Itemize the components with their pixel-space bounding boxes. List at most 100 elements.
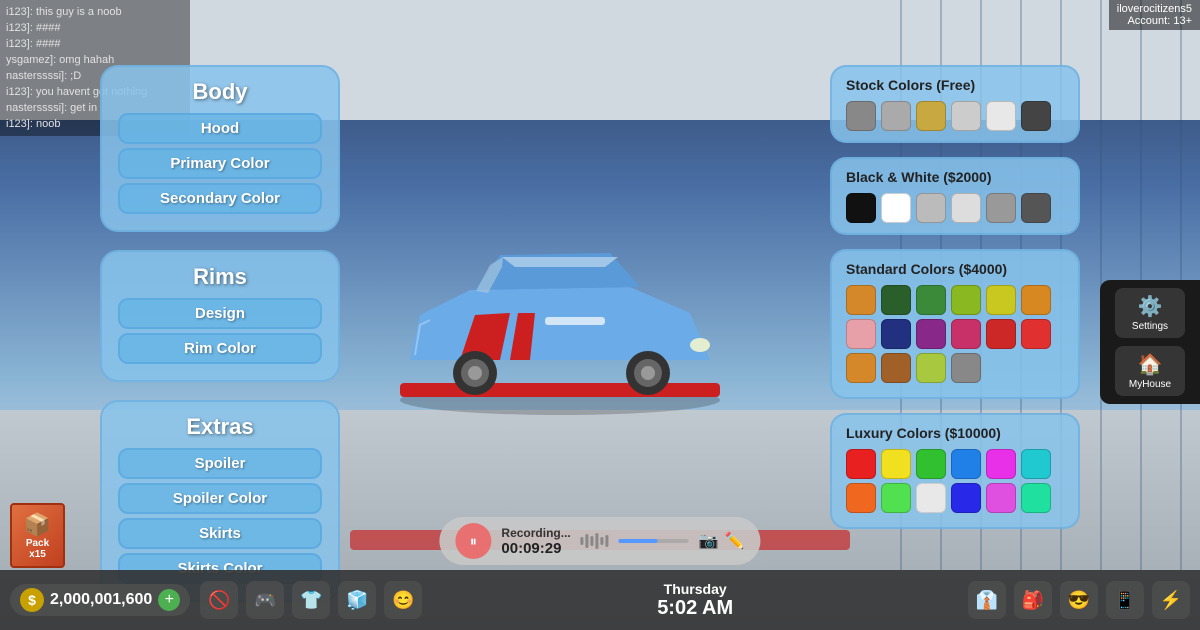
color-swatch[interactable]	[951, 193, 981, 223]
wave-bar	[581, 537, 584, 545]
bw-colors-panel: Black & White ($2000)	[830, 157, 1080, 235]
recording-time: 00:09:29	[501, 540, 570, 557]
color-swatch[interactable]	[986, 483, 1016, 513]
color-swatch[interactable]	[846, 319, 876, 349]
wave-bar	[601, 537, 604, 545]
myhouse-label: MyHouse	[1121, 379, 1179, 390]
color-swatch[interactable]	[846, 449, 876, 479]
color-swatch[interactable]	[846, 483, 876, 513]
rim-color-button[interactable]: Rim Color	[118, 333, 322, 364]
settings-phone-button[interactable]: ⚙️ Settings	[1115, 288, 1185, 338]
color-swatch[interactable]	[846, 353, 876, 383]
body-panel-title: Body	[118, 79, 322, 105]
account-text: Account: 13+	[1117, 15, 1192, 27]
color-swatch[interactable]	[881, 101, 911, 131]
settings-label: Settings	[1121, 321, 1179, 332]
book-pack-area: 📦 Pack x15	[10, 503, 65, 568]
face-icon-button[interactable]: 😎	[1060, 581, 1098, 619]
edit-icon[interactable]: ✏️	[725, 531, 745, 551]
recording-controls: 📷 ✏️	[699, 531, 745, 551]
ban-icon-button[interactable]: 🚫	[200, 581, 238, 619]
standard-row-3	[846, 353, 1064, 383]
color-swatch[interactable]	[916, 449, 946, 479]
cube-icon-button[interactable]: 🧊	[338, 581, 376, 619]
color-swatch[interactable]	[951, 319, 981, 349]
color-swatch[interactable]	[951, 285, 981, 315]
flash-icon-button[interactable]: ⚡	[1152, 581, 1190, 619]
color-swatch[interactable]	[951, 353, 981, 383]
color-swatch[interactable]	[881, 353, 911, 383]
money-amount: 2,000,001,600	[50, 591, 152, 609]
luxury-row-1	[846, 449, 1064, 479]
username-bar: iloverocitizens5 Account: 13+	[1109, 0, 1200, 30]
hood-button[interactable]: Hood	[118, 113, 322, 144]
color-swatch[interactable]	[916, 101, 946, 131]
secondary-color-button[interactable]: Secondary Color	[118, 183, 322, 214]
color-swatch[interactable]	[1021, 319, 1051, 349]
gamepad-icon-button[interactable]: 🎮	[246, 581, 284, 619]
color-swatch[interactable]	[846, 285, 876, 315]
standard-row-2	[846, 319, 1064, 349]
color-swatch[interactable]	[881, 483, 911, 513]
shirt2-icon-button[interactable]: 👔	[968, 581, 1006, 619]
color-swatch[interactable]	[951, 449, 981, 479]
wave-bar	[606, 535, 609, 547]
primary-color-button[interactable]: Primary Color	[118, 148, 322, 179]
book-pack-button[interactable]: 📦 Pack x15	[10, 503, 65, 568]
color-swatch[interactable]	[881, 449, 911, 479]
stock-color-swatches	[846, 101, 1064, 131]
chat-line: i123]: this guy is a noob	[6, 4, 184, 20]
bw-colors-title: Black & White ($2000)	[846, 169, 1064, 185]
add-money-button[interactable]: +	[158, 589, 180, 611]
color-swatch[interactable]	[1021, 483, 1051, 513]
shirt-icon-button[interactable]: 👕	[292, 581, 330, 619]
color-swatch[interactable]	[986, 285, 1016, 315]
color-swatch[interactable]	[986, 449, 1016, 479]
wave-bar	[591, 536, 594, 546]
color-swatch[interactable]	[986, 319, 1016, 349]
color-swatch[interactable]	[951, 101, 981, 131]
spoiler-color-button[interactable]: Spoiler Color	[118, 483, 322, 514]
car-svg	[370, 205, 750, 425]
color-swatch[interactable]	[881, 193, 911, 223]
left-panels: Body Hood Primary Color Secondary Color …	[100, 65, 340, 602]
spoiler-button[interactable]: Spoiler	[118, 448, 322, 479]
dollar-icon: $	[20, 588, 44, 612]
stock-colors-panel: Stock Colors (Free)	[830, 65, 1080, 143]
rec-info: Recording... 00:09:29	[501, 526, 570, 557]
myhouse-phone-button[interactable]: 🏠 MyHouse	[1115, 346, 1185, 396]
color-swatch[interactable]	[846, 101, 876, 131]
bottom-icons-group: 🚫 🎮 👕 🧊 😊	[200, 581, 422, 619]
color-swatch[interactable]	[916, 193, 946, 223]
chat-line: i123]: ####	[6, 36, 184, 52]
color-swatch[interactable]	[986, 101, 1016, 131]
color-swatch[interactable]	[916, 285, 946, 315]
color-swatch[interactable]	[846, 193, 876, 223]
recording-label: Recording...	[501, 526, 570, 540]
color-swatch[interactable]	[916, 319, 946, 349]
color-swatch[interactable]	[1021, 101, 1051, 131]
camera-icon[interactable]: 📷	[699, 531, 719, 551]
color-swatch[interactable]	[881, 285, 911, 315]
emoji-icon-button[interactable]: 😊	[384, 581, 422, 619]
book-icon: 📦	[24, 512, 51, 538]
audio-wave	[581, 533, 609, 549]
color-swatch[interactable]	[916, 353, 946, 383]
color-swatch[interactable]	[986, 193, 1016, 223]
phone-icon-button[interactable]: 📱	[1106, 581, 1144, 619]
recording-progress	[619, 539, 689, 543]
color-swatch[interactable]	[916, 483, 946, 513]
color-swatch[interactable]	[881, 319, 911, 349]
car-display	[300, 100, 820, 530]
bag-icon-button[interactable]: 🎒	[1014, 581, 1052, 619]
pause-button[interactable]: ⏸	[455, 523, 491, 559]
color-swatch[interactable]	[1021, 193, 1051, 223]
design-button[interactable]: Design	[118, 298, 322, 329]
color-swatch[interactable]	[1021, 285, 1051, 315]
skirts-button[interactable]: Skirts	[118, 518, 322, 549]
bw-color-swatches	[846, 193, 1064, 223]
color-swatch[interactable]	[951, 483, 981, 513]
right-icons-group: 👔 🎒 😎 📱 ⚡	[968, 581, 1190, 619]
color-swatch[interactable]	[1021, 449, 1051, 479]
recording-progress-fill	[619, 539, 658, 543]
